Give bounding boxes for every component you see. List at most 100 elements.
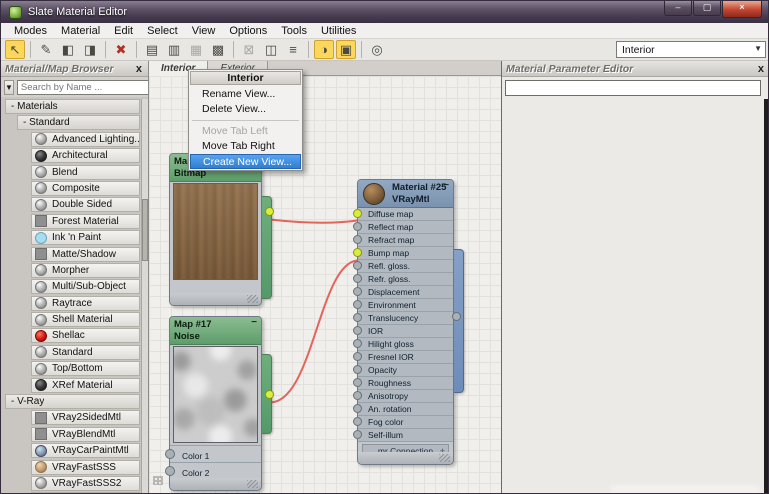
browser-row[interactable]: Composite	[31, 180, 140, 196]
context-menu-delete-view[interactable]: Delete View...	[190, 102, 301, 117]
parameter-scrollbar[interactable]	[764, 99, 768, 493]
assign-material-icon[interactable]: ◨	[80, 40, 100, 59]
browser-row[interactable]: VRayFastSSS2	[31, 475, 140, 491]
material-slot[interactable]: Diffuse map	[353, 208, 453, 221]
menu-edit[interactable]: Edit	[107, 25, 140, 37]
context-menu-move-tab-right[interactable]: Move Tab Right	[190, 139, 301, 154]
menu-select[interactable]: Select	[140, 25, 185, 37]
menu-options[interactable]: Options	[222, 25, 274, 37]
browser-row[interactable]: Shell Material	[31, 312, 140, 328]
menu-tools[interactable]: Tools	[274, 25, 314, 37]
browser-row[interactable]: Double Sided	[31, 197, 140, 213]
input-socket[interactable]	[165, 449, 175, 459]
slot-socket[interactable]	[353, 274, 362, 283]
material-slot[interactable]: Reflect map	[353, 221, 453, 234]
material-slot[interactable]: Refr. gloss.	[353, 273, 453, 286]
separator[interactable]	[308, 41, 309, 58]
menu-material[interactable]: Material	[54, 25, 107, 37]
context-menu-create-new-view[interactable]: Create New View...	[190, 154, 301, 169]
slot-socket[interactable]	[353, 430, 362, 439]
search-input[interactable]	[16, 79, 148, 95]
material-output-tab[interactable]	[454, 249, 464, 393]
browser-row[interactable]: - Materials	[5, 99, 140, 114]
show-one-level-icon[interactable]: ◫	[261, 40, 281, 59]
material-slot[interactable]: Self-illum	[353, 429, 453, 442]
material-slot[interactable]: IOR	[353, 325, 453, 338]
menu-view[interactable]: View	[185, 25, 223, 37]
material-node-header[interactable]: Material #25 VRayMtl −	[358, 180, 453, 208]
menu-utilities[interactable]: Utilities	[314, 25, 363, 37]
resize-handle[interactable]	[439, 454, 450, 462]
browser-row[interactable]: Morpher	[31, 262, 140, 278]
show-grid-icon[interactable]: ▩	[208, 40, 228, 59]
close-button[interactable]: ×	[722, 1, 762, 18]
material-slot[interactable]: Refl. gloss.	[353, 260, 453, 273]
slot-socket[interactable]	[353, 261, 362, 270]
browser-row[interactable]: Ink 'n Paint	[31, 230, 140, 246]
slot-socket[interactable]	[353, 313, 362, 322]
show-background-icon[interactable]: ▣	[336, 40, 356, 59]
slot-socket[interactable]	[353, 222, 362, 231]
noise-input-slot[interactable]: Color 1	[165, 445, 261, 462]
pick-material-eyedropper-icon[interactable]: ✎	[36, 40, 56, 59]
browser-row[interactable]: Advanced Lighting...	[31, 131, 140, 147]
material-slot[interactable]: Roughness	[353, 377, 453, 390]
separator[interactable]	[30, 41, 31, 58]
material-slot[interactable]: Refract map	[353, 234, 453, 247]
material-slot[interactable]: Anisotropy	[353, 390, 453, 403]
browser-row[interactable]: Architectural	[31, 148, 140, 164]
context-menu-separator[interactable]	[192, 120, 299, 121]
browser-row[interactable]: - Standard	[17, 115, 140, 131]
slot-socket[interactable]	[353, 339, 362, 348]
parameter-name-input[interactable]	[505, 80, 761, 96]
collapse-icon[interactable]: −	[251, 317, 257, 328]
show-connections-icon[interactable]: ≡	[283, 40, 303, 59]
slot-socket[interactable]	[353, 391, 362, 400]
material-slot[interactable]: An. rotation	[353, 403, 453, 416]
browser-row[interactable]: Shellac	[31, 328, 140, 344]
collapse-icon[interactable]: −	[443, 180, 449, 191]
slot-socket[interactable]	[353, 300, 362, 309]
material-slot[interactable]: Opacity	[353, 364, 453, 377]
slot-socket[interactable]	[353, 404, 362, 413]
title-bar[interactable]: Slate Material Editor – ▢ ×	[1, 1, 768, 23]
select-tool-icon[interactable]: ↖	[5, 40, 25, 59]
bitmap-output-socket[interactable]	[265, 207, 274, 216]
browser-row[interactable]: VRayFastSSS	[31, 459, 140, 475]
browser-row[interactable]: Standard	[31, 344, 140, 360]
separator[interactable]	[233, 41, 234, 58]
context-menu-current-view[interactable]: Interior	[190, 71, 301, 85]
browser-row[interactable]: Raytrace	[31, 295, 140, 311]
browser-scrollbar-thumb[interactable]	[142, 199, 148, 261]
put-to-library-icon[interactable]: ◧	[58, 40, 78, 59]
material-slot[interactable]: Hilight gloss	[353, 338, 453, 351]
separator[interactable]	[361, 41, 362, 58]
noise-output-socket[interactable]	[265, 390, 274, 399]
material-slot[interactable]: Fog color	[353, 416, 453, 429]
slot-socket[interactable]	[353, 287, 362, 296]
browser-close-icon[interactable]: x	[134, 63, 144, 75]
material-node[interactable]: Material #25 VRayMtl − Diffuse map Refle…	[353, 179, 454, 465]
context-menu-rename-view[interactable]: Rename View...	[190, 87, 301, 102]
browser-row[interactable]: Blend	[31, 164, 140, 180]
menu-modes[interactable]: Modes	[7, 25, 54, 37]
browser-row[interactable]: Matte/Shadow	[31, 246, 140, 262]
show-shaded-icon[interactable]: ◑	[314, 40, 334, 59]
browser-row[interactable]: Multi/Sub-Object	[31, 279, 140, 295]
noise-node[interactable]: Map #17 Noise − Color 1 Color 2	[165, 316, 262, 491]
material-slot[interactable]: Bump map	[353, 247, 453, 260]
slot-socket[interactable]	[353, 365, 362, 374]
connection-wire-diffuse[interactable]	[269, 218, 358, 224]
resize-handle[interactable]	[247, 480, 258, 488]
input-socket[interactable]	[165, 466, 175, 476]
material-slot[interactable]: Fresnel IOR	[353, 351, 453, 364]
hide-unused-slots-icon[interactable]: ⊠	[239, 40, 259, 59]
view-selector-dropdown[interactable]: Interior ▼	[616, 41, 766, 58]
material-slot[interactable]: Environment	[353, 299, 453, 312]
material-id-channel-icon[interactable]: ▦	[186, 40, 206, 59]
noise-input-slot[interactable]: Color 2	[165, 462, 261, 479]
slot-socket[interactable]	[353, 248, 362, 257]
connection-wire-bump[interactable]	[269, 259, 358, 404]
resize-handle[interactable]	[247, 295, 258, 303]
separator[interactable]	[136, 41, 137, 58]
